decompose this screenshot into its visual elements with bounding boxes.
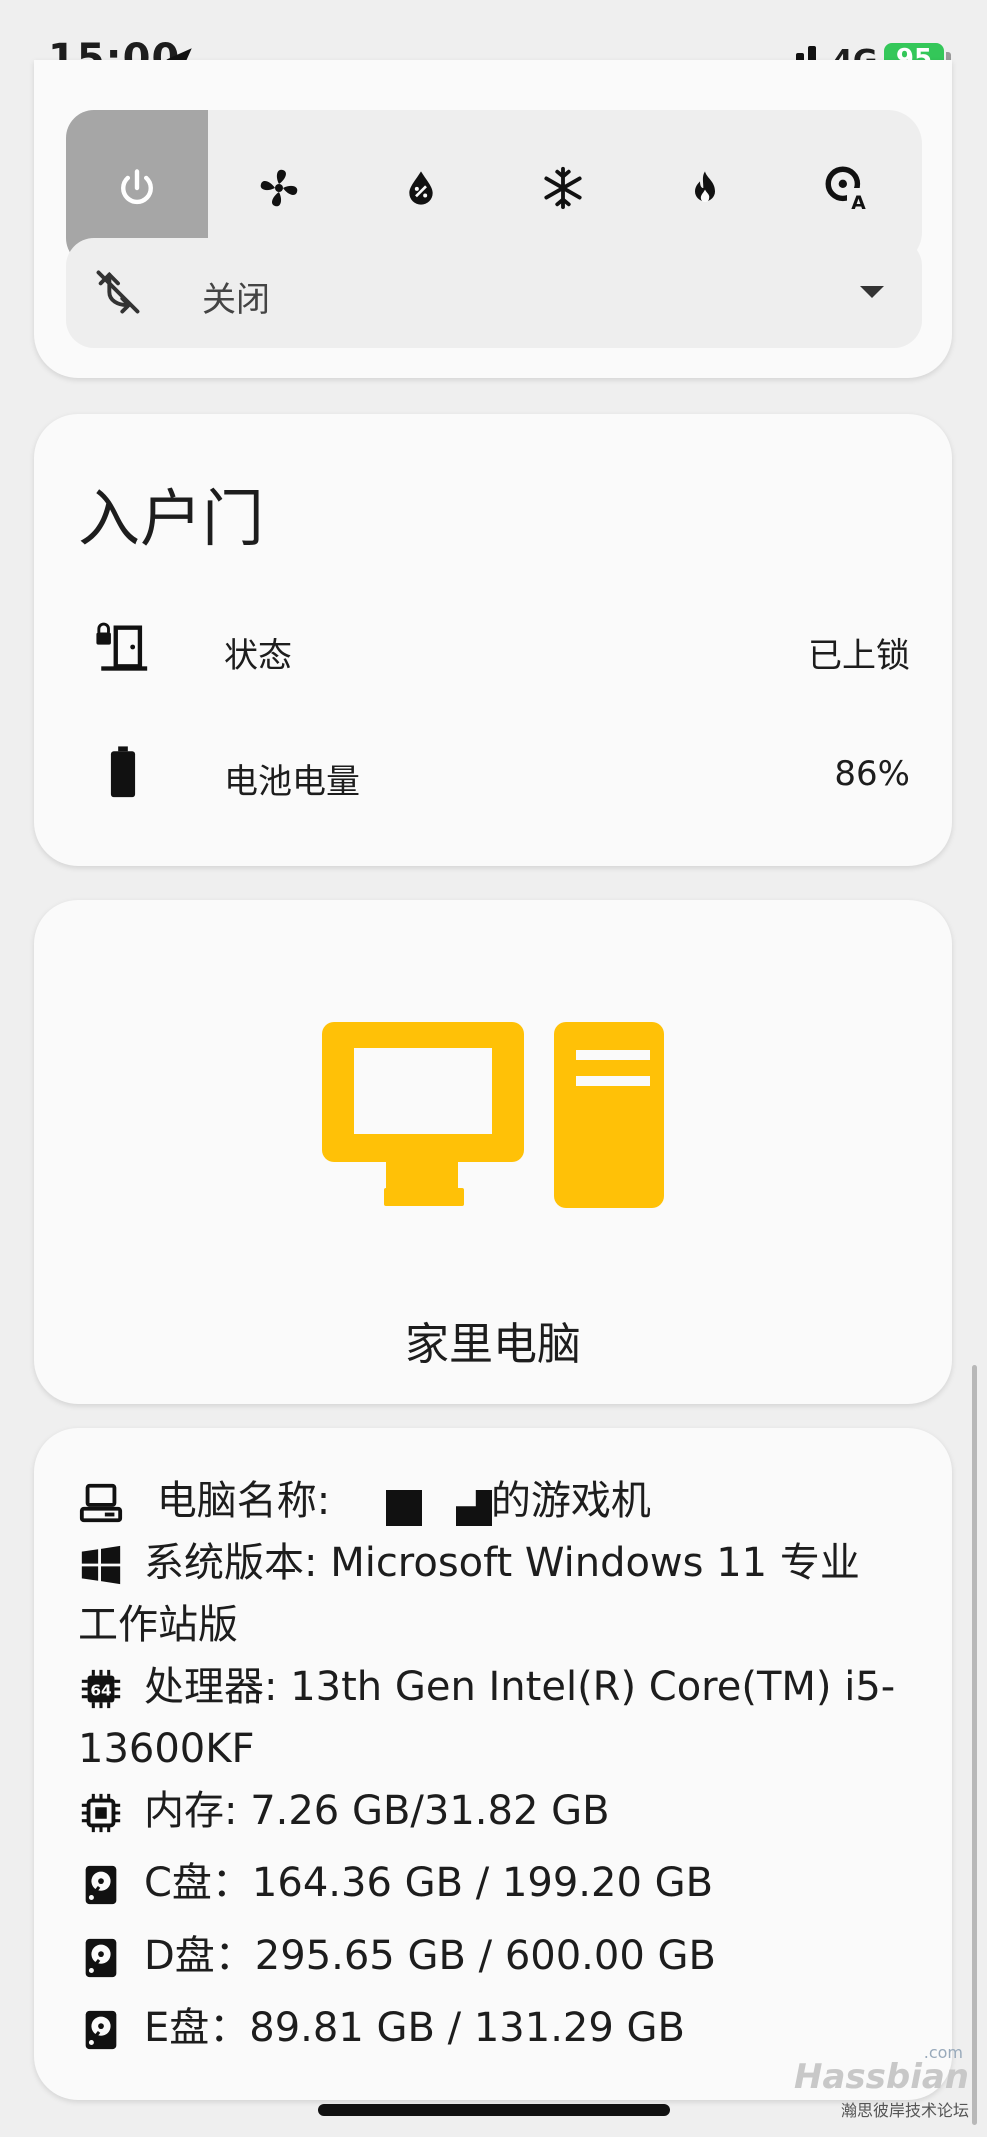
pc-name-line: 电脑名称: 的游戏机 [78, 1470, 938, 1532]
os-line: 系统版本: Microsoft Windows 11 专业 工作站版 [78, 1532, 938, 1656]
scrollbar[interactable] [972, 1365, 977, 2125]
svg-text:A: A [851, 193, 866, 213]
disk-e-line: E盘：89.81 GB / 131.29 GB [78, 1997, 938, 2059]
door-status-row[interactable]: 状态 已上锁 [34, 608, 952, 688]
computer-name: 家里电脑 [405, 1319, 581, 1370]
cpu-line: 64 处理器: 13th Gen Intel(R) Core(TM) i5- 13… [78, 1656, 938, 1780]
memory-line: 内存: 7.26 GB/31.82 GB [78, 1780, 938, 1842]
harddisk-icon [85, 1938, 117, 1978]
cpu-text: 处理器: 13th Gen Intel(R) Core(TM) i5- [144, 1664, 896, 1710]
pc-name-label: 电脑名称: [156, 1478, 331, 1524]
redaction-block [386, 1490, 422, 1526]
watermark-brand: Hassbian [793, 2057, 969, 2097]
door-title: 入户门 [78, 482, 265, 555]
disk-d-line: D盘：295.65 GB / 600.00 GB [78, 1925, 938, 1987]
dry-icon [409, 171, 433, 205]
swing-off-icon [96, 270, 140, 314]
door-card: 入户门 状态 已上锁 电池电量 86% [34, 414, 952, 866]
cpu-64bit-icon: 64 [81, 1669, 121, 1709]
disk-d-text: D盘：295.65 GB / 600.00 GB [144, 1933, 716, 1979]
fan-icon [260, 169, 298, 207]
power-icon [121, 169, 153, 205]
watermark-subtitle: 瀚思彼岸技术论坛 [840, 2101, 969, 2120]
door-status-label: 状态 [224, 636, 292, 676]
memory-text: 内存: 7.26 GB/31.82 GB [144, 1788, 610, 1834]
pc-name-value-suffix: 的游戏机 [490, 1478, 651, 1524]
windows-icon [81, 1545, 121, 1585]
snowflake-icon [544, 166, 582, 210]
os-version-text: 系统版本: Microsoft Windows 11 专业 [144, 1540, 860, 1586]
harddisk-icon [85, 2010, 117, 2050]
svg-text:64: 64 [90, 1682, 111, 1700]
door-battery-value: 86% [834, 754, 910, 794]
desktop-computer-icon [322, 1022, 664, 1208]
home-indicator[interactable] [318, 2104, 670, 2116]
auto-mode-icon: A [825, 166, 870, 213]
pc-info-card: 电脑名称: 的游戏机 系统版本: Microsoft Windows 11 专业… [34, 1428, 952, 2100]
fire-icon [695, 171, 715, 203]
swing-mode-value: 关闭 [202, 280, 270, 320]
dropdown-caret-icon [860, 286, 884, 298]
computer-card[interactable]: 家里电脑 [34, 900, 952, 1404]
disk-c-text: C盘：164.36 GB / 199.20 GB [144, 1860, 714, 1906]
harddisk-icon [85, 1865, 117, 1905]
watermark: .com Hassbian 瀚思彼岸技术论坛 [793, 2043, 969, 2121]
battery-icon [110, 746, 136, 798]
watermark-domain: .com [923, 2043, 963, 2062]
disk-e-text: E盘：89.81 GB / 131.29 GB [144, 2005, 685, 2051]
memory-chip-icon [81, 1793, 121, 1833]
laptop-icon [79, 1483, 123, 1523]
door-battery-label: 电池电量 [224, 762, 360, 802]
door-status-value: 已上锁 [808, 636, 910, 676]
os-version-text-cont: 工作站版 [78, 1602, 238, 1648]
cpu-text-cont: 13600KF [78, 1726, 255, 1772]
climate-card: A 关闭 [34, 60, 952, 378]
disk-c-line: C盘：164.36 GB / 199.20 GB [78, 1852, 938, 1914]
door-battery-row[interactable]: 电池电量 86% [34, 734, 952, 814]
swing-mode-select[interactable]: 关闭 [66, 238, 922, 348]
door-lock-icon [96, 622, 148, 671]
